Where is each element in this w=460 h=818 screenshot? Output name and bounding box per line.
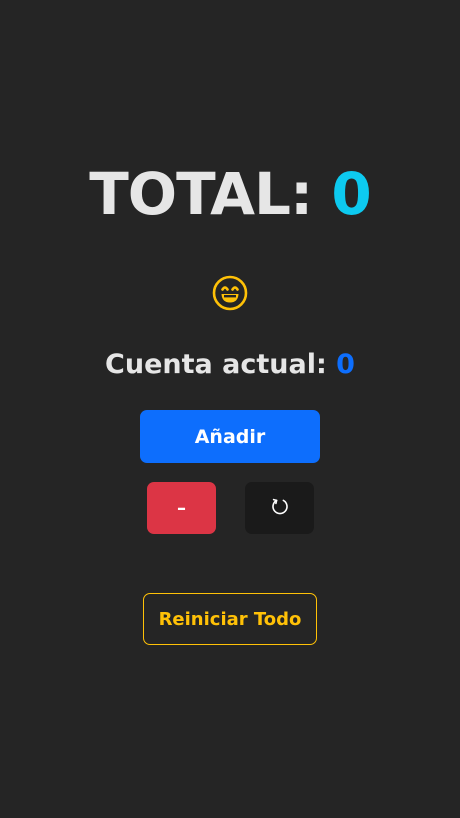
refresh-icon — [270, 496, 290, 520]
total-heading: TOTAL: 0 — [0, 158, 460, 230]
reset-count-button[interactable] — [245, 482, 314, 534]
reset-all-button-label: Reiniciar Todo — [158, 608, 302, 630]
current-count-heading: Cuenta actual: 0 — [0, 346, 460, 384]
add-button-label: Añadir — [194, 425, 266, 448]
grinning-face-icon — [212, 275, 248, 311]
total-label: TOTAL: — [89, 160, 313, 228]
current-count-label: Cuenta actual: — [105, 349, 327, 380]
reset-all-button[interactable]: Reiniciar Todo — [143, 593, 317, 645]
counter-app: TOTAL: 0 Cuenta actual: 0 Añadir – Reini… — [0, 0, 460, 818]
decrement-button[interactable]: – — [147, 482, 216, 534]
decrement-button-label: – — [177, 497, 186, 519]
total-value: 0 — [331, 160, 371, 228]
add-button[interactable]: Añadir — [140, 410, 320, 463]
current-count-value: 0 — [336, 349, 355, 380]
